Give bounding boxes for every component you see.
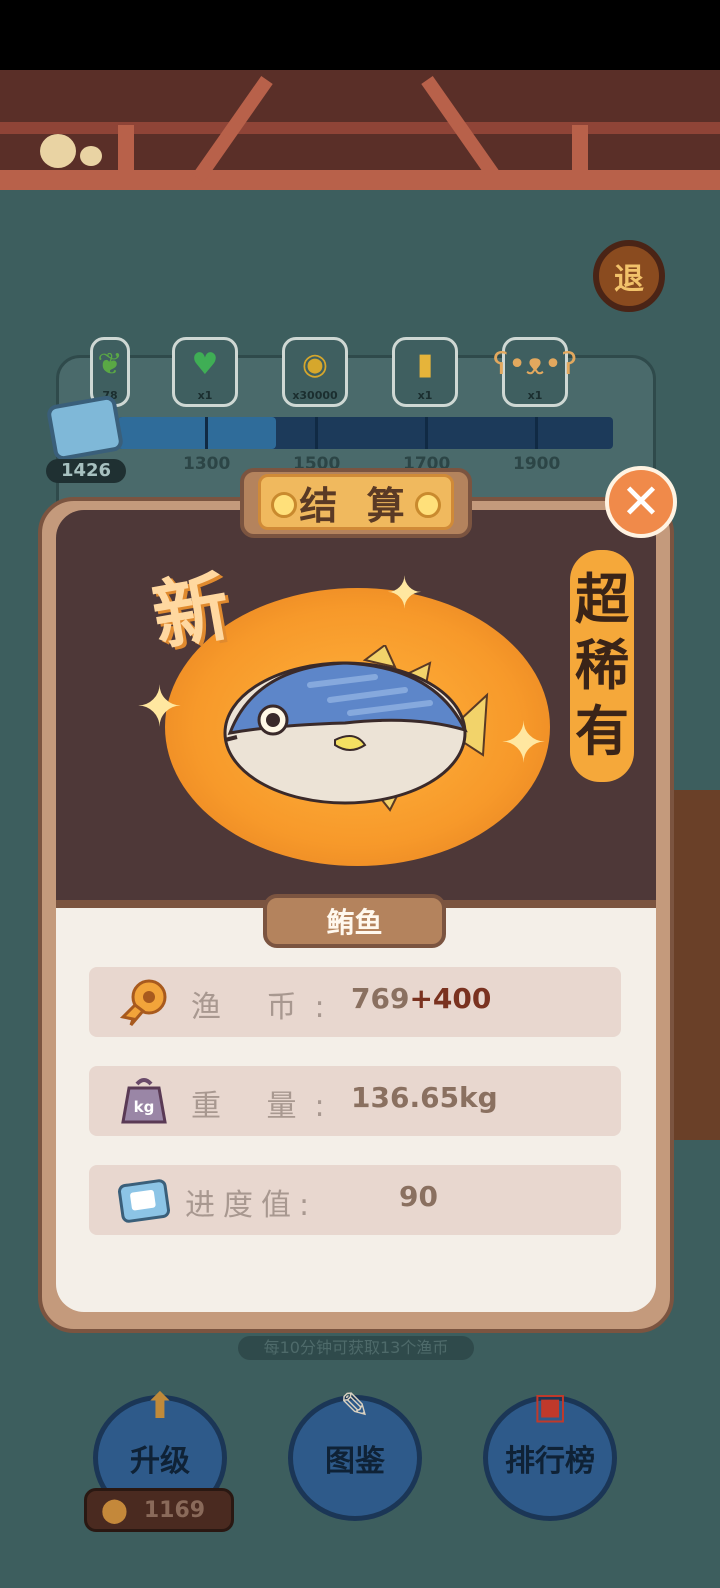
stat-row-weight: kg 重 量: 136.65kg (89, 1066, 621, 1136)
stat-value: 136.65kg (351, 1081, 498, 1114)
coin-balance-value: 1169 (143, 1497, 206, 1523)
fish-coin-icon (117, 977, 171, 1027)
arrow-up-icon: ⬆ (144, 1386, 176, 1427)
title-banner: 结 算 (258, 474, 454, 530)
reward-slot[interactable]: ♥ x1 (172, 337, 238, 407)
roof-decoration (0, 70, 720, 190)
tick-label: 1900 (513, 454, 561, 474)
coin-icon: ◉ (301, 347, 329, 382)
exit-label: 退 (614, 262, 644, 297)
stat-row-coins: 渔 币: 769+400 (89, 967, 621, 1037)
guide-label: 图鉴 (325, 1444, 385, 1479)
trophy-icon: ▣ (532, 1386, 567, 1427)
fish-coin-icon: ⬤ (101, 1496, 128, 1524)
stat-label: 进度值: (185, 1188, 318, 1223)
roof-beam (0, 170, 720, 190)
rank-label: 排行榜 (505, 1444, 595, 1479)
roof-rail (0, 122, 720, 134)
rarity-char: 超 (575, 568, 629, 631)
reward-qty: x1 (197, 389, 213, 402)
sparkle-icon: ✦ (500, 711, 547, 776)
bolt-icon (415, 492, 441, 518)
leaf-icon: ❦ (97, 347, 123, 382)
reward-slot[interactable]: ▮ x1 (392, 337, 458, 407)
book-icon: ✎ (339, 1386, 371, 1427)
close-button[interactable]: ✕ (605, 466, 677, 538)
stat-value: 90 (399, 1180, 438, 1213)
bolt-icon (271, 492, 297, 518)
weight-icon: kg (117, 1076, 171, 1126)
coins-base: 769 (351, 982, 410, 1015)
exit-button[interactable]: 退 (593, 240, 665, 312)
reward-qty: x1 (417, 389, 433, 402)
reward-qty: x1 (527, 389, 543, 402)
roof-post (118, 125, 134, 185)
progress-fill (118, 417, 277, 449)
close-icon: ✕ (620, 474, 662, 530)
stat-label: 重 量: (191, 1089, 343, 1124)
coins-bonus: +400 (409, 982, 492, 1015)
modal-title: 结 算 (299, 483, 413, 528)
coin-balance: ⬤ 1169 (84, 1488, 234, 1532)
stat-label: 渔 币: (191, 990, 343, 1025)
progress-bar (118, 417, 613, 449)
progress-segment (315, 417, 318, 449)
tuna-fish-image (223, 645, 489, 812)
rank-button[interactable]: ▣ 排行榜 (483, 1386, 617, 1521)
guide-button[interactable]: ✎ 图鉴 (288, 1386, 422, 1521)
heart-icon: ♥ (191, 347, 219, 382)
chick-decoration (40, 134, 76, 168)
upgrade-label: 升级 (130, 1444, 190, 1479)
progress-segment (205, 417, 208, 449)
bear-icon: ʕ•ᴥ•ʔ (492, 347, 578, 382)
reward-slot[interactable]: ◉ x30000 (282, 337, 348, 407)
current-score: 1426 (46, 459, 126, 483)
svg-text:kg: kg (134, 1098, 155, 1116)
progress-card-icon (117, 1175, 171, 1225)
progress-segment (425, 417, 428, 449)
stat-value: 769+400 (351, 982, 491, 1015)
progress-segment (535, 417, 538, 449)
reward-slot[interactable]: ʕ•ᴥ•ʔ x1 (493, 337, 577, 407)
rarity-char: 稀 (575, 634, 629, 697)
fish-name-plate: 鲔鱼 (263, 894, 446, 948)
chick-decoration (80, 146, 102, 166)
stat-row-progress: 进度值: 90 (89, 1165, 621, 1235)
roof-post (572, 125, 588, 185)
ticket-icon: ▮ (416, 347, 434, 382)
sparkle-icon: ✦ (386, 568, 423, 619)
rarity-char: 有 (575, 700, 629, 763)
tick-label: 1300 (183, 454, 231, 474)
fish-name: 鲔鱼 (326, 906, 383, 939)
status-bar (0, 0, 720, 70)
rarity-badge: 超 稀 有 (570, 550, 634, 782)
reward-qty: x30000 (292, 389, 338, 402)
hint-text: 每10分钟可获取13个渔币 (238, 1336, 474, 1360)
sparkle-icon: ✦ (136, 675, 183, 740)
progress-card-icon (45, 394, 125, 462)
